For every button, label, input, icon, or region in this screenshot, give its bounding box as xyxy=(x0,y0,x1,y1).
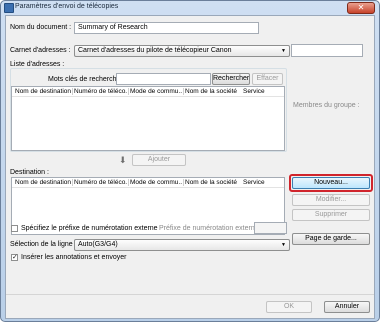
col-fax-number[interactable]: Numéro de téléco... xyxy=(74,88,127,95)
address-list-label: Liste d'adresses : xyxy=(10,61,65,68)
insert-annotations-label: Insérer les annotations et envoyer xyxy=(21,254,127,261)
column-divider xyxy=(183,88,184,95)
close-button[interactable]: ✕ xyxy=(347,2,375,14)
line-select-value: Auto(G3/G4) xyxy=(78,241,118,248)
address-book-side-field[interactable] xyxy=(291,44,363,57)
fax-settings-window: Paramètres d'envoi de télécopies ✕ Nom d… xyxy=(0,0,380,322)
new-button[interactable]: Nouveau... xyxy=(292,177,370,189)
search-keyword-input[interactable] xyxy=(116,73,211,85)
col-fax-number[interactable]: Numéro de téléco... xyxy=(74,179,127,186)
column-divider xyxy=(72,88,73,95)
column-divider xyxy=(72,179,73,186)
title-bar: Paramètres d'envoi de télécopies ✕ xyxy=(1,1,379,14)
destination-header: Nom de destination Numéro de téléco... M… xyxy=(12,178,284,188)
chevron-down-icon: ▼ xyxy=(281,48,286,54)
address-book-label: Carnet d'adresses : xyxy=(10,47,71,54)
address-book-select[interactable]: Carnet d'adresses du pilote de télécopie… xyxy=(74,45,290,57)
document-name-label: Nom du document : xyxy=(10,24,72,31)
col-destination-name[interactable]: Nom de destination xyxy=(15,179,71,186)
column-divider xyxy=(183,179,184,186)
window-title: Paramètres d'envoi de télécopies xyxy=(15,3,119,10)
chevron-down-icon: ▼ xyxy=(281,242,286,248)
add-button[interactable]: Ajouter xyxy=(132,154,186,166)
line-select-label: Sélection de la ligne : xyxy=(10,241,77,248)
group-members-label: Membres du groupe : xyxy=(293,102,360,109)
cover-page-button[interactable]: Page de garde... xyxy=(292,233,370,245)
clear-button[interactable]: Effacer xyxy=(252,73,283,85)
col-company-name[interactable]: Nom de la société xyxy=(185,179,242,186)
col-company-name[interactable]: Nom de la société xyxy=(185,88,242,95)
modify-button[interactable]: Modifier... xyxy=(292,194,370,206)
down-arrow-icon: ⬇ xyxy=(119,155,127,165)
destination-label: Destination : xyxy=(10,169,49,176)
col-comm-mode[interactable]: Mode de commu... xyxy=(130,179,182,186)
search-keyword-label: Mots clés de recherche xyxy=(48,76,121,83)
delete-button[interactable]: Supprimer xyxy=(292,209,370,221)
col-comm-mode[interactable]: Mode de commu... xyxy=(130,88,182,95)
ok-button[interactable]: OK xyxy=(266,301,312,313)
col-department[interactable]: Service xyxy=(243,179,283,186)
search-button[interactable]: Rechercher xyxy=(212,73,250,85)
cancel-button[interactable]: Annuler xyxy=(324,301,370,313)
column-divider xyxy=(128,88,129,95)
dial-prefix-input[interactable] xyxy=(254,222,287,234)
dial-prefix-checkbox-label: Spécifiez le préfixe de numérotation ext… xyxy=(21,225,158,232)
fax-app-icon xyxy=(4,3,14,13)
dial-prefix-checkbox[interactable] xyxy=(11,225,18,232)
address-list-header: Nom de destination Numéro de téléco... M… xyxy=(12,87,284,97)
col-department[interactable]: Service xyxy=(243,88,283,95)
document-name-input[interactable]: Summary of Research xyxy=(74,22,259,34)
dialog-body: Nom du document : Summary of Research Ca… xyxy=(5,15,375,319)
footer-separator xyxy=(6,294,374,295)
insert-annotations-checkbox[interactable]: ✓ xyxy=(11,254,18,261)
address-list-table[interactable]: Nom de destination Numéro de téléco... M… xyxy=(11,86,285,151)
dial-prefix-field-label: Préfixe de numérotation externe : xyxy=(159,225,263,232)
col-destination-name[interactable]: Nom de destination xyxy=(15,88,71,95)
address-book-value: Carnet d'adresses du pilote de télécopie… xyxy=(78,47,232,54)
column-divider xyxy=(128,179,129,186)
line-select[interactable]: Auto(G3/G4) ▼ xyxy=(74,239,290,251)
